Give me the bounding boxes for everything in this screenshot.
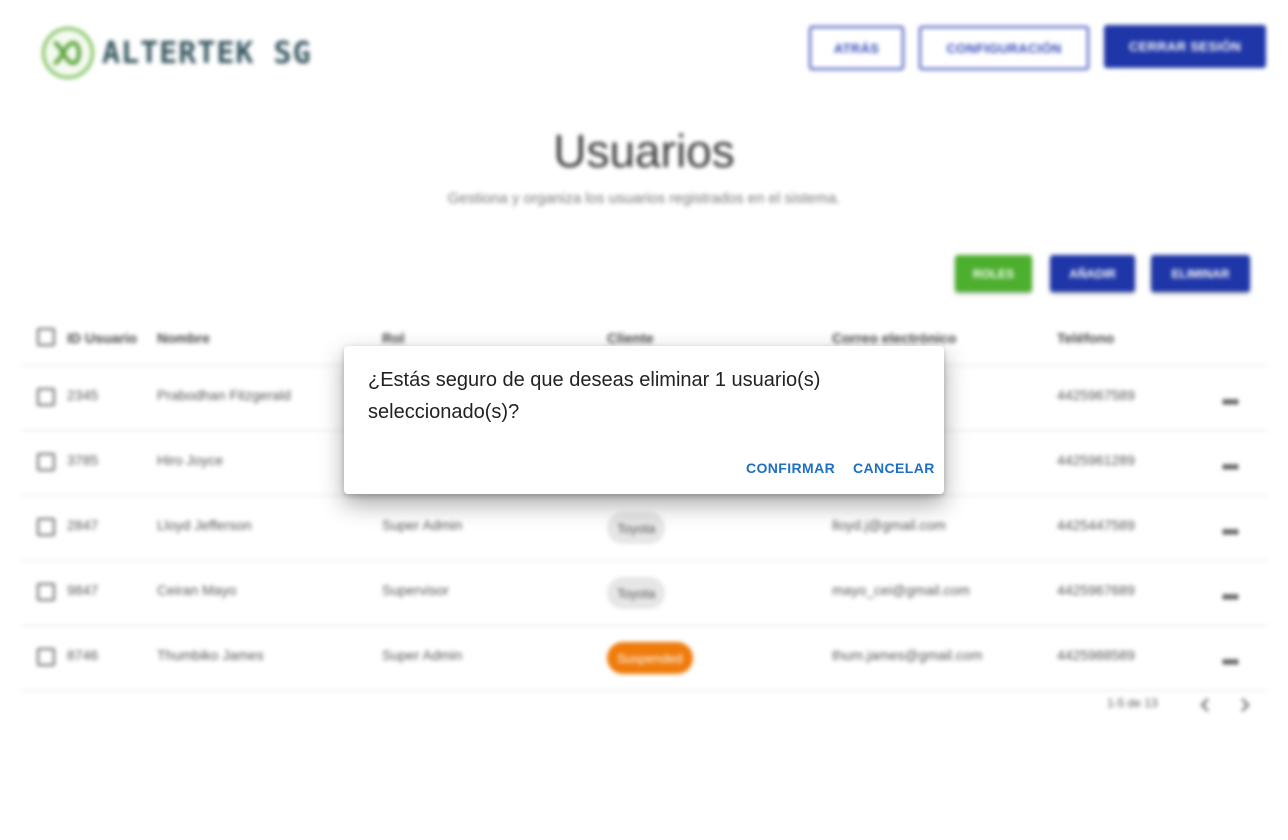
dialog-message: ¿Estás seguro de que deseas eliminar 1 u…: [368, 369, 821, 423]
confirm-button[interactable]: CONFIRMAR: [746, 460, 835, 476]
cancel-button[interactable]: CANCELAR: [853, 460, 935, 476]
confirm-delete-dialog: ¿Estás seguro de que deseas eliminar 1 u…: [344, 346, 944, 494]
